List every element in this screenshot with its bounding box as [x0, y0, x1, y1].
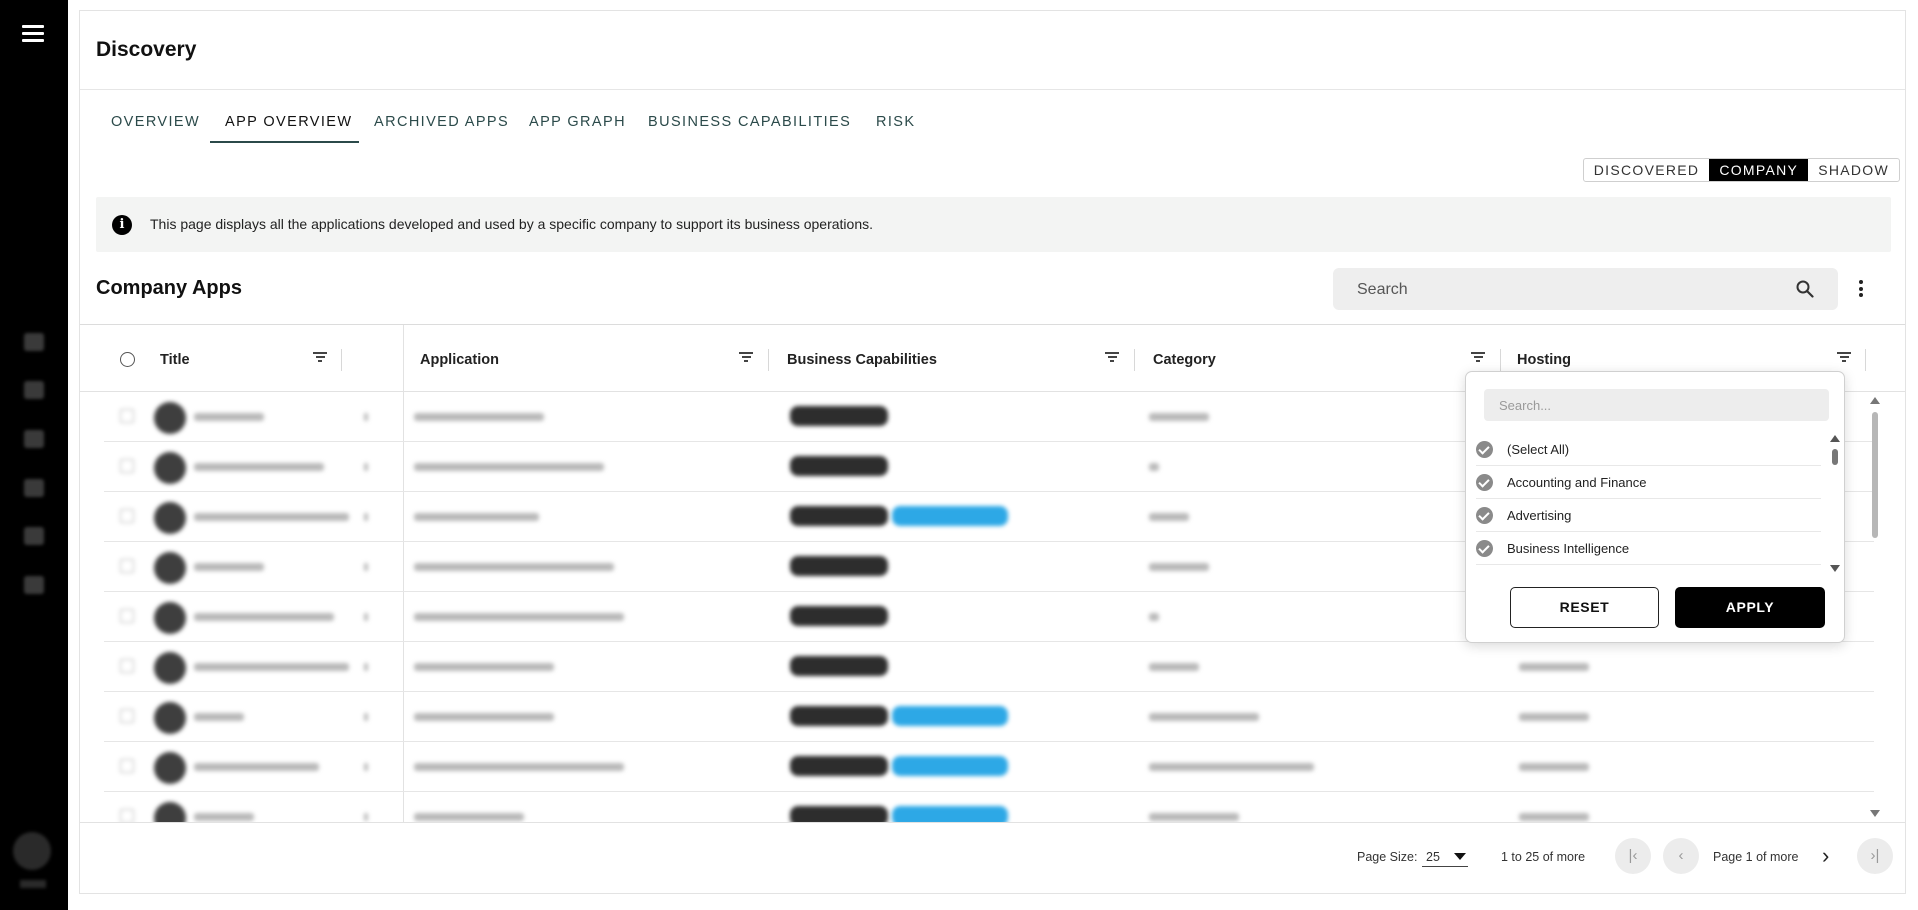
scroll-up-arrow-icon[interactable] — [1870, 397, 1880, 404]
apply-button[interactable]: APPLY — [1675, 587, 1825, 628]
active-tab-indicator — [210, 141, 359, 143]
sidebar — [0, 0, 68, 910]
next-page-button[interactable]: › — [1822, 843, 1829, 869]
more-options-icon[interactable] — [1858, 280, 1864, 300]
filter-option-accounting[interactable]: Accounting and Finance — [1476, 466, 1821, 499]
first-page-button[interactable]: |‹ — [1615, 838, 1651, 874]
grid-scrollbar[interactable] — [1869, 392, 1881, 822]
column-header-category[interactable]: Category — [1153, 352, 1216, 368]
scroll-up-arrow-icon[interactable] — [1830, 435, 1840, 442]
filter-icon-title[interactable] — [313, 352, 327, 364]
nav-icon-6[interactable] — [24, 576, 44, 594]
filter-list-scrollbar[interactable] — [1830, 435, 1840, 575]
last-page-button[interactable]: ›| — [1857, 838, 1893, 874]
search-input[interactable]: Search — [1333, 268, 1838, 310]
filter-option-label: (Select All) — [1507, 442, 1570, 457]
tab-overview[interactable]: OVERVIEW — [111, 101, 200, 145]
tab-business-capabilities[interactable]: BUSINESS CAPABILITIES — [648, 101, 851, 145]
scroll-down-arrow-icon[interactable] — [1870, 810, 1880, 817]
column-separator — [768, 349, 769, 371]
nav-icon-discovery[interactable] — [24, 381, 44, 399]
section-title: Company Apps — [96, 277, 242, 299]
nav-icon-4[interactable] — [24, 479, 44, 497]
column-separator — [341, 349, 342, 371]
title-divider — [80, 89, 1905, 90]
column-header-application[interactable]: Application — [420, 352, 499, 368]
hamburger-menu-icon[interactable] — [22, 25, 44, 43]
filter-option-label: Business Intelligence — [1507, 541, 1630, 556]
version-label — [20, 880, 46, 888]
app-type-toggle: DISCOVERED COMPANY SHADOW — [1582, 158, 1900, 182]
toggle-company[interactable]: COMPANY — [1709, 159, 1809, 181]
filter-icon-application[interactable] — [739, 352, 753, 364]
page-size-label: Page Size: — [1357, 850, 1418, 864]
toggle-discovered[interactable]: DISCOVERED — [1584, 159, 1710, 181]
user-avatar[interactable] — [13, 832, 51, 870]
page-title: Discovery — [96, 38, 197, 61]
filter-option-business-intelligence[interactable]: Business Intelligence — [1476, 532, 1821, 565]
filter-option-label: Advertising — [1507, 508, 1572, 523]
info-banner: i This page displays all the application… — [96, 197, 1891, 252]
page-size-select[interactable]: 25 — [1422, 847, 1468, 867]
table-row[interactable] — [104, 692, 1874, 742]
checkmark-icon[interactable] — [1476, 474, 1493, 491]
filter-option-label: Accounting and Finance — [1507, 475, 1647, 490]
tab-app-graph[interactable]: APP GRAPH — [529, 101, 626, 145]
filter-search-placeholder: Search... — [1499, 398, 1552, 413]
search-icon[interactable] — [1796, 280, 1814, 298]
checkmark-icon[interactable] — [1476, 507, 1493, 524]
filter-option-advertising[interactable]: Advertising — [1476, 499, 1821, 532]
nav-icon-1[interactable] — [24, 333, 44, 351]
table-row[interactable] — [104, 642, 1874, 692]
chevron-down-icon — [1454, 853, 1466, 860]
filter-search-input[interactable]: Search... — [1484, 389, 1829, 421]
page-size-value: 25 — [1426, 850, 1440, 864]
previous-page-button[interactable]: ‹ — [1663, 838, 1699, 874]
checkmark-icon[interactable] — [1476, 540, 1493, 557]
filter-icon-category[interactable] — [1471, 352, 1485, 364]
info-text: This page displays all the applications … — [150, 216, 873, 232]
nav-icon-3[interactable] — [24, 430, 44, 448]
page-indicator: Page 1 of more — [1713, 850, 1799, 864]
pagination-bar: Page Size: 25 1 to 25 of more |‹ ‹ Page … — [80, 823, 1905, 893]
column-separator — [1500, 349, 1501, 371]
row-range-text: 1 to 25 of more — [1501, 850, 1586, 864]
filter-icon-hosting[interactable] — [1837, 352, 1851, 364]
column-separator — [1865, 349, 1866, 371]
scroll-thumb[interactable] — [1872, 412, 1878, 538]
toggle-shadow[interactable]: SHADOW — [1808, 159, 1899, 181]
table-row[interactable] — [104, 742, 1874, 792]
column-header-title[interactable]: Title — [160, 352, 190, 368]
tab-app-overview[interactable]: APP OVERVIEW — [225, 101, 352, 145]
tab-archived-apps[interactable]: ARCHIVED APPS — [374, 101, 509, 145]
scroll-thumb[interactable] — [1832, 449, 1838, 465]
tab-risk[interactable]: RISK — [876, 101, 915, 145]
scroll-down-arrow-icon[interactable] — [1830, 565, 1840, 572]
search-placeholder: Search — [1357, 281, 1408, 298]
filter-option-select-all[interactable]: (Select All) — [1476, 433, 1821, 466]
pinned-column-divider — [403, 325, 404, 391]
info-icon: i — [112, 215, 132, 235]
column-separator — [1134, 349, 1135, 371]
filter-icon-business-capabilities[interactable] — [1105, 352, 1119, 364]
table-row[interactable] — [104, 792, 1874, 822]
select-all-radio[interactable] — [120, 352, 135, 367]
column-header-hosting[interactable]: Hosting — [1517, 352, 1571, 368]
column-header-business-capabilities[interactable]: Business Capabilities — [787, 352, 937, 368]
reset-button[interactable]: RESET — [1510, 587, 1659, 628]
nav-icon-5[interactable] — [24, 527, 44, 545]
category-filter-popup: Search... (Select All) Accounting and Fi… — [1465, 371, 1845, 643]
checkmark-icon[interactable] — [1476, 441, 1493, 458]
